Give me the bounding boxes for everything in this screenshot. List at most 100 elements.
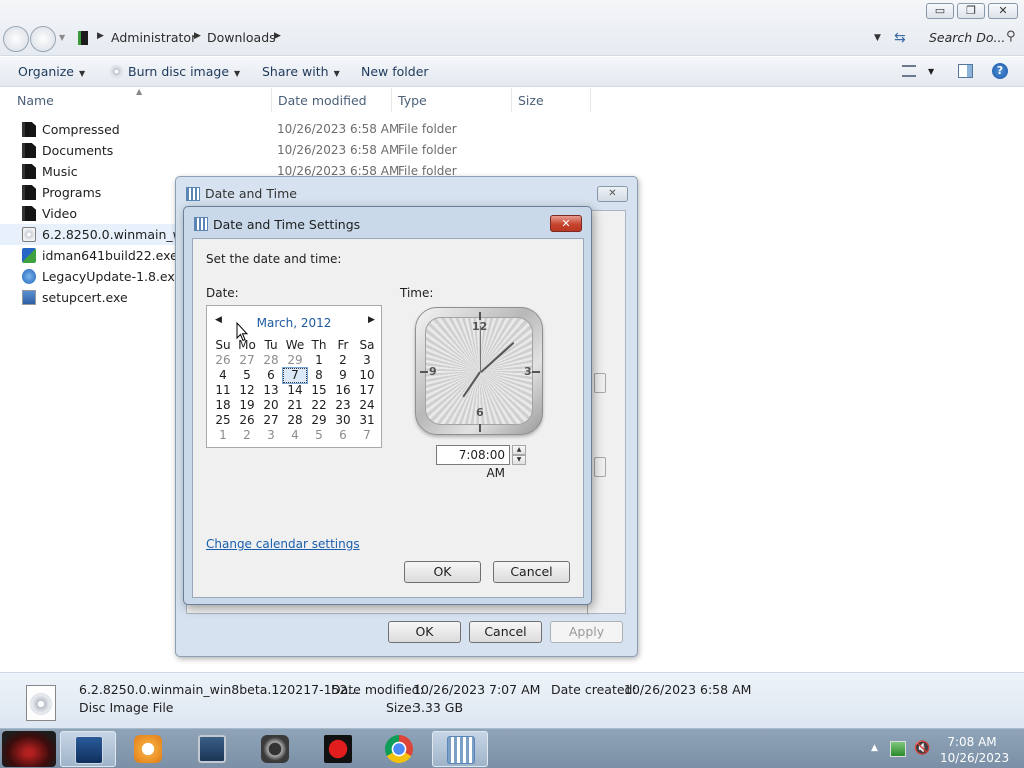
view-options-icon[interactable] bbox=[902, 65, 916, 77]
column-divider[interactable] bbox=[391, 88, 392, 112]
change-date-button-edge[interactable] bbox=[594, 373, 606, 393]
calendar-day[interactable]: 22 bbox=[307, 398, 331, 413]
preview-pane-icon[interactable] bbox=[958, 64, 973, 78]
calendar-day[interactable]: 6 bbox=[331, 428, 355, 443]
start-button[interactable] bbox=[2, 731, 56, 767]
calendar-day[interactable]: 24 bbox=[355, 398, 379, 413]
calendar-day[interactable]: 6 bbox=[259, 368, 283, 383]
column-divider[interactable] bbox=[271, 88, 272, 112]
chevron-down-icon[interactable]: ▼ bbox=[928, 67, 934, 76]
breadcrumb-arrow-icon[interactable]: ▶ bbox=[97, 31, 104, 41]
calendar-day[interactable]: 2 bbox=[331, 353, 355, 368]
organize-button[interactable]: Organize ▼ bbox=[18, 64, 85, 79]
month-calendar[interactable]: ◀ March, 2012 ▶ Su Mo Tu We Th Fr Sa 26 27 28 29 1 2… bbox=[206, 305, 382, 448]
calendar-day[interactable]: 13 bbox=[259, 383, 283, 398]
close-dialog-button[interactable]: ✕ bbox=[597, 186, 628, 202]
taskbar-chrome-button[interactable] bbox=[371, 731, 427, 767]
ok-button[interactable]: OK bbox=[388, 621, 461, 643]
time-up-button[interactable]: ▲ bbox=[512, 445, 526, 455]
calendar-day[interactable]: 23 bbox=[331, 398, 355, 413]
share-with-button[interactable]: Share with ▼ bbox=[262, 64, 340, 79]
calendar-day[interactable]: 29 bbox=[283, 353, 307, 368]
ok-button[interactable]: OK bbox=[404, 561, 481, 583]
column-size[interactable]: Size bbox=[518, 93, 544, 108]
calendar-day[interactable]: 9 bbox=[331, 368, 355, 383]
volume-muted-icon[interactable]: 🔇 bbox=[914, 741, 930, 757]
file-row[interactable]: Documents 10/26/2023 6:58 AM File folder bbox=[0, 140, 600, 161]
calendar-day[interactable]: 4 bbox=[283, 428, 307, 443]
file-row[interactable]: Compressed 10/26/2023 6:58 AM File folde… bbox=[0, 119, 600, 140]
calendar-day[interactable]: 26 bbox=[211, 353, 235, 368]
calendar-day[interactable]: 19 bbox=[235, 398, 259, 413]
next-month-icon[interactable]: ▶ bbox=[368, 315, 375, 325]
apply-button[interactable]: Apply bbox=[550, 621, 623, 643]
column-date-modified[interactable]: Date modified bbox=[278, 93, 367, 108]
breadcrumb-arrow-icon[interactable]: ▶ bbox=[274, 31, 281, 41]
calendar-day-selected[interactable]: 7 bbox=[282, 367, 308, 384]
calendar-day[interactable]: 5 bbox=[307, 428, 331, 443]
calendar-day[interactable]: 25 bbox=[211, 413, 235, 428]
calendar-day[interactable]: 26 bbox=[235, 413, 259, 428]
calendar-day[interactable]: 7 bbox=[355, 428, 379, 443]
cancel-button[interactable]: Cancel bbox=[469, 621, 542, 643]
calendar-day[interactable]: 14 bbox=[283, 383, 307, 398]
taskbar-date-time-button[interactable] bbox=[432, 731, 488, 767]
calendar-day[interactable]: 15 bbox=[307, 383, 331, 398]
column-divider[interactable] bbox=[511, 88, 512, 112]
calendar-day[interactable]: 8 bbox=[307, 368, 331, 383]
breadcrumb-downloads[interactable]: Downloads bbox=[207, 30, 276, 45]
cancel-button[interactable]: Cancel bbox=[493, 561, 570, 583]
breadcrumb-arrow-icon[interactable]: ▶ bbox=[194, 31, 201, 41]
back-button[interactable] bbox=[3, 26, 29, 52]
address-bar[interactable]: ▶ Administrator ▶ Downloads ▶ bbox=[72, 26, 888, 50]
calendar-day[interactable]: 17 bbox=[355, 383, 379, 398]
calendar-day[interactable]: 12 bbox=[235, 383, 259, 398]
calendar-day[interactable]: 11 bbox=[211, 383, 235, 398]
calendar-day[interactable]: 20 bbox=[259, 398, 283, 413]
maximize-button[interactable]: ❐ bbox=[957, 3, 985, 19]
time-input[interactable]: 7:08:00 AM bbox=[436, 445, 510, 480]
column-type[interactable]: Type bbox=[398, 93, 427, 108]
calendar-day[interactable]: 21 bbox=[283, 398, 307, 413]
calendar-day[interactable]: 28 bbox=[259, 353, 283, 368]
taskbar-clock-date[interactable]: 10/26/2023 bbox=[940, 751, 1009, 765]
calendar-day[interactable]: 28 bbox=[283, 413, 307, 428]
calendar-day[interactable]: 3 bbox=[355, 353, 379, 368]
calendar-day[interactable]: 4 bbox=[211, 368, 235, 383]
calendar-day[interactable]: 10 bbox=[355, 368, 379, 383]
calendar-month-title[interactable]: March, 2012 bbox=[207, 316, 381, 330]
show-hidden-icons-icon[interactable]: ▲ bbox=[871, 743, 878, 753]
calendar-day[interactable]: 27 bbox=[259, 413, 283, 428]
column-divider[interactable] bbox=[590, 88, 591, 112]
close-window-button[interactable]: ✕ bbox=[988, 3, 1018, 19]
calendar-day[interactable]: 2 bbox=[235, 428, 259, 443]
taskbar-computer-button[interactable] bbox=[184, 731, 240, 767]
taskbar-media-player-button[interactable] bbox=[120, 731, 176, 767]
calendar-day[interactable]: 1 bbox=[307, 353, 331, 368]
burn-disc-image-button[interactable]: Burn disc image ▼ bbox=[110, 64, 240, 79]
calendar-day[interactable]: 3 bbox=[259, 428, 283, 443]
recent-pages-icon[interactable]: ▼ bbox=[59, 33, 65, 42]
help-icon[interactable]: ? bbox=[992, 63, 1008, 79]
calendar-day[interactable]: 29 bbox=[307, 413, 331, 428]
calendar-day[interactable]: 30 bbox=[331, 413, 355, 428]
calendar-day[interactable]: 31 bbox=[355, 413, 379, 428]
forward-button[interactable] bbox=[30, 26, 56, 52]
new-folder-button[interactable]: New folder bbox=[361, 64, 429, 79]
search-input[interactable]: Search Do... ⚲ bbox=[922, 26, 1022, 50]
taskbar-clock-time[interactable]: 7:08 AM bbox=[940, 735, 1004, 749]
change-timezone-button-edge[interactable] bbox=[594, 457, 606, 477]
calendar-day[interactable]: 1 bbox=[211, 428, 235, 443]
breadcrumb-administrator[interactable]: Administrator bbox=[111, 30, 196, 45]
calendar-day[interactable]: 5 bbox=[235, 368, 259, 383]
time-down-button[interactable]: ▼ bbox=[512, 455, 526, 465]
minimize-button[interactable]: ▭ bbox=[926, 3, 954, 19]
taskbar-camera-button[interactable] bbox=[247, 731, 303, 767]
refresh-icon[interactable]: ⇆ bbox=[894, 30, 906, 46]
calendar-day[interactable]: 27 bbox=[235, 353, 259, 368]
taskbar-recorder-button[interactable] bbox=[310, 731, 366, 767]
change-calendar-settings-link[interactable]: Change calendar settings bbox=[206, 537, 360, 551]
calendar-day[interactable]: 18 bbox=[211, 398, 235, 413]
close-dialog-button[interactable]: ✕ bbox=[550, 215, 582, 232]
calendar-day[interactable]: 16 bbox=[331, 383, 355, 398]
